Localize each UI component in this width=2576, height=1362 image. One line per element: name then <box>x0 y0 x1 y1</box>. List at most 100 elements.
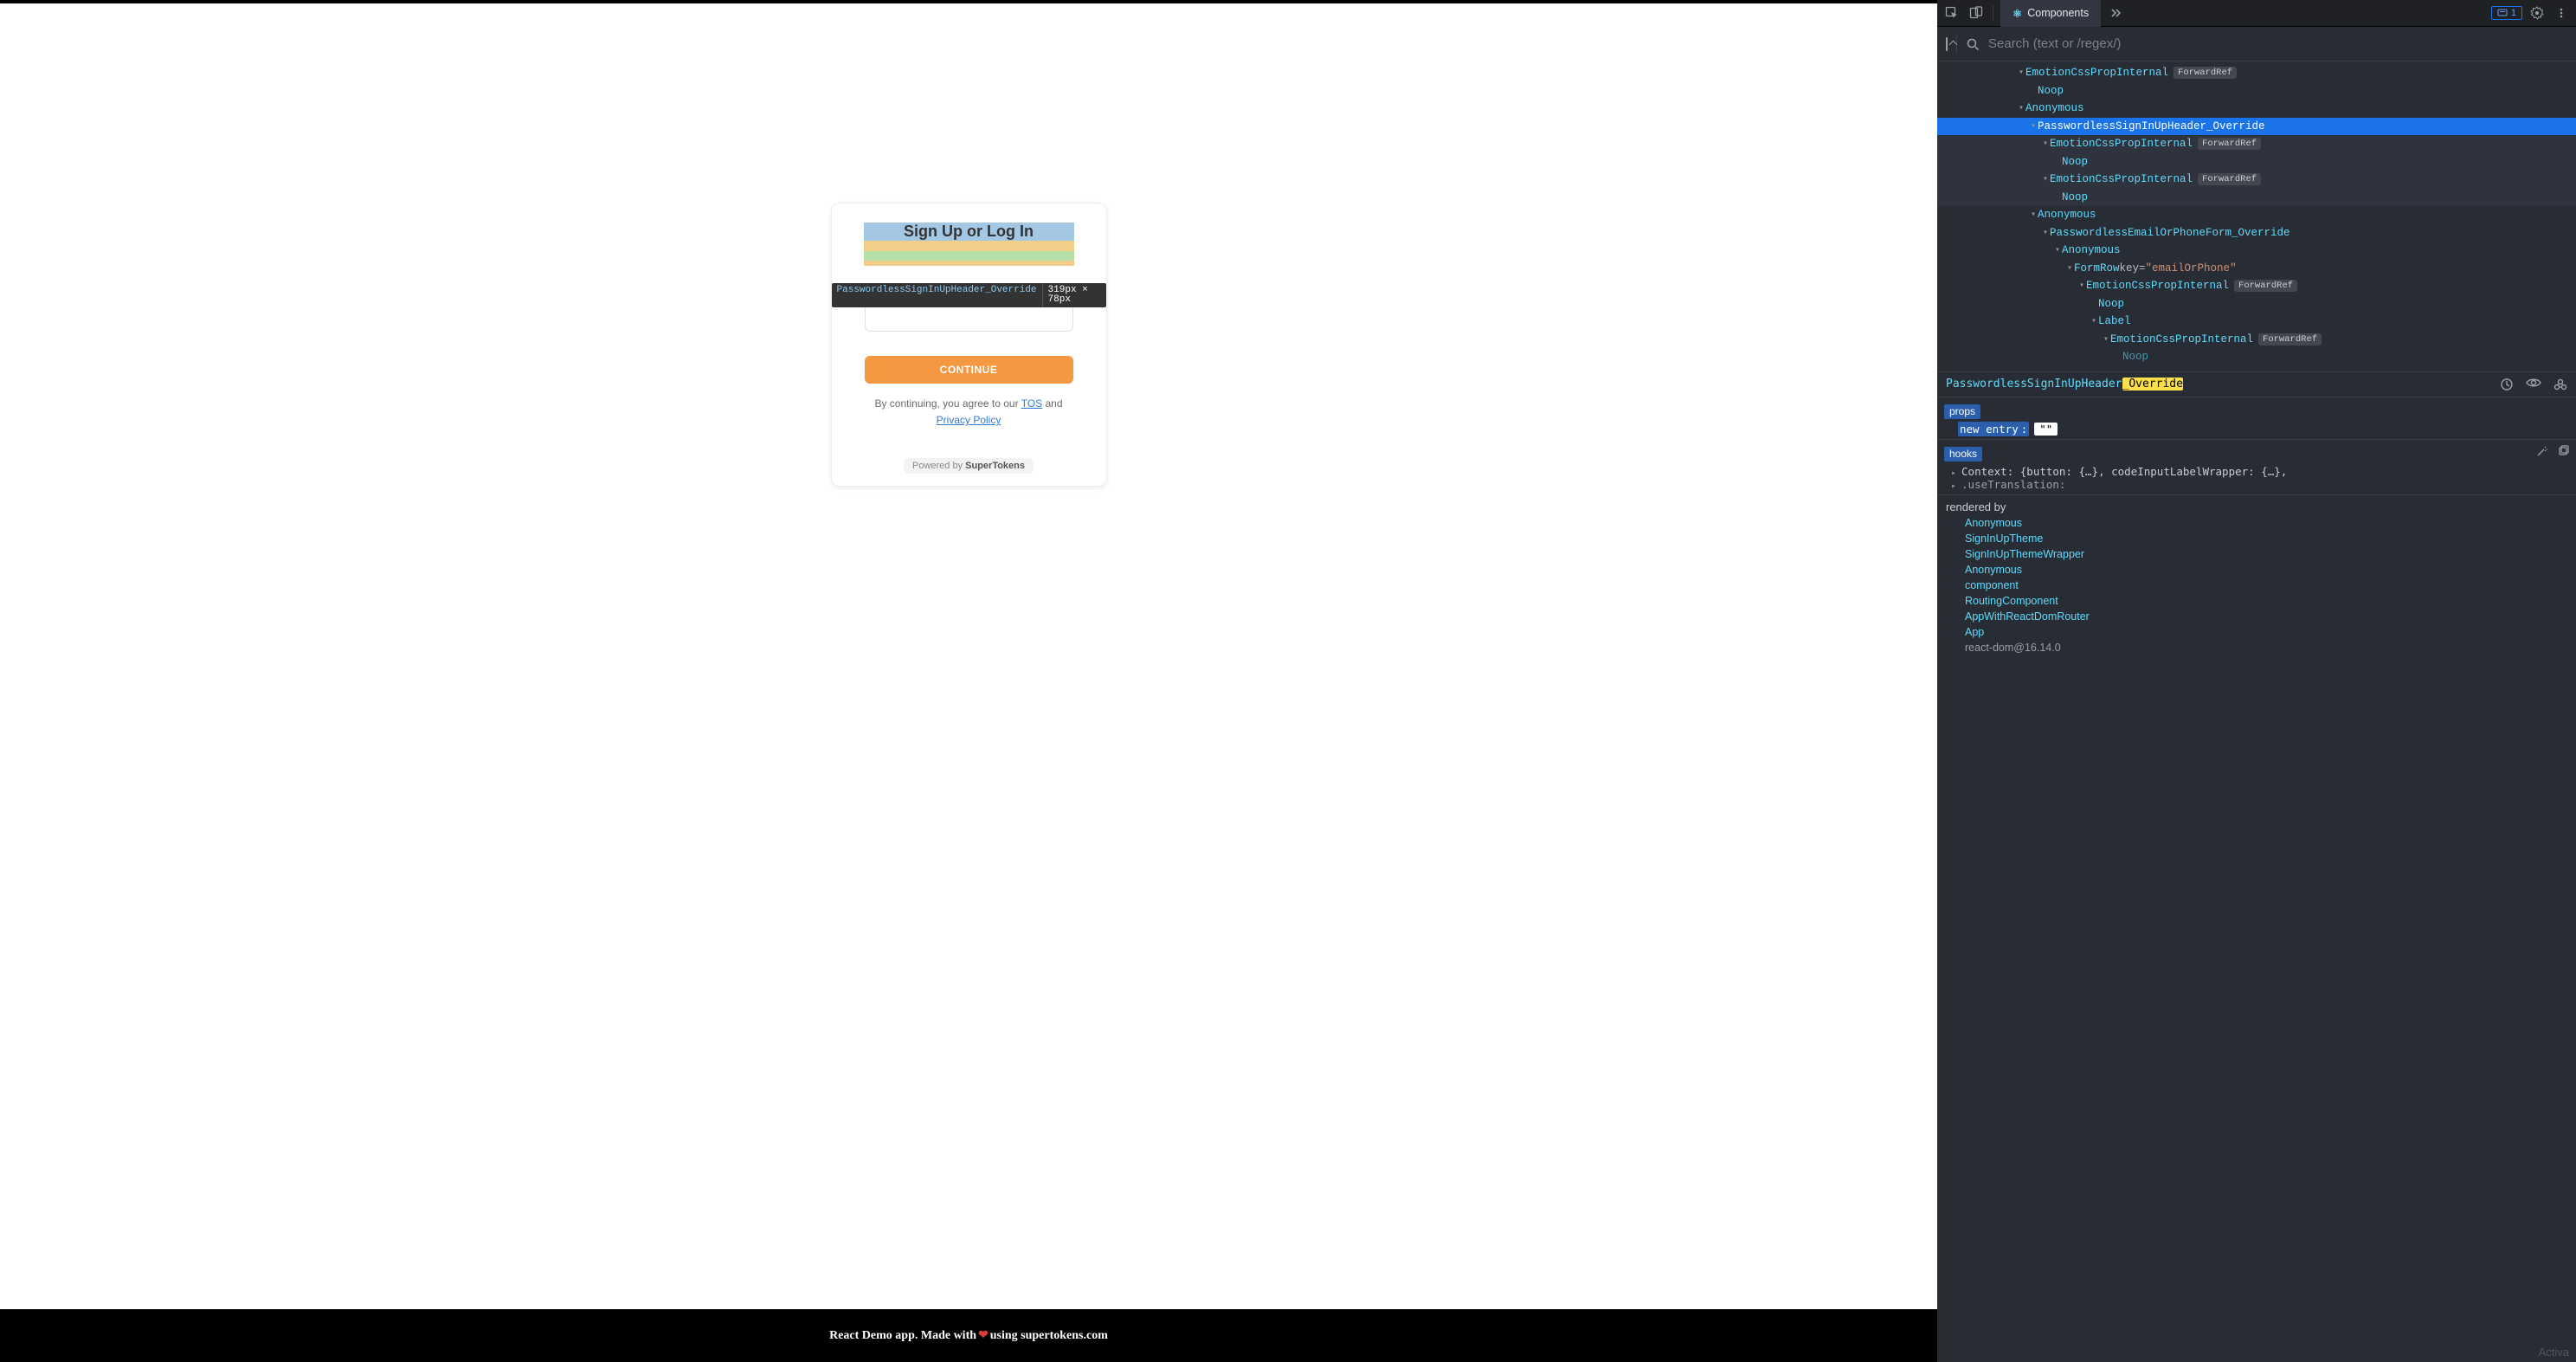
new-entry-value[interactable]: "" <box>2034 423 2058 436</box>
dims-size: 319px × 78px <box>1042 283 1106 307</box>
caret-icon[interactable]: ▾ <box>2017 103 2025 113</box>
tos-link[interactable]: TOS <box>1021 397 1042 410</box>
log-to-console-icon[interactable] <box>2553 378 2567 391</box>
caret-icon[interactable]: ▾ <box>2029 121 2038 132</box>
caret-icon[interactable]: ▾ <box>2041 174 2050 184</box>
rendered-by-section: rendered by Anonymous SignInUpTheme SignIn… <box>1937 494 2576 661</box>
tree-row-emotioncsspropinternal[interactable]: ▾EmotionCssPropInternalForwardRef <box>1937 331 2576 349</box>
new-entry-row[interactable]: new entry: "" <box>1946 423 2567 436</box>
powered-brand: SuperTokens <box>965 461 1025 471</box>
issues-count: 1 <box>2511 8 2516 18</box>
caret-icon[interactable]: ▾ <box>2065 263 2074 274</box>
component-label: EmotionCssPropInternal <box>2086 280 2229 292</box>
caret-icon[interactable]: ▾ <box>2090 316 2098 326</box>
rendered-by-item[interactable]: RoutingComponent <box>1965 595 2567 607</box>
select-element-icon[interactable] <box>1946 38 1948 50</box>
more-icon[interactable] <box>2552 3 2571 23</box>
new-entry-colon: : <box>2019 422 2030 436</box>
react-devtools-panel: ⚛ Components 1 ▾EmotionCssPropInternalFo… <box>1937 0 2576 1362</box>
component-label: PasswordlessEmailOrPhoneForm_Override <box>2050 227 2290 239</box>
devtools-dimensions-badge: PasswordlessSignInUpHeader_Override 319p… <box>832 283 1106 307</box>
continue-button[interactable]: CONTINUE <box>865 356 1073 384</box>
caret-icon[interactable]: ▾ <box>2053 245 2062 255</box>
tree-row-emotioncsspropinternal[interactable]: ▾EmotionCssPropInternalForwardRef <box>1937 64 2576 82</box>
legal-and: and <box>1046 397 1063 410</box>
magic-wand-icon[interactable] <box>2536 445 2548 457</box>
signinup-header-highlight: Sign Up or Log In <box>864 223 1074 266</box>
forwardref-badge: ForwardRef <box>2234 280 2297 292</box>
highlight-padding-2 <box>864 251 1074 261</box>
usetranslation-hook-row[interactable]: ▸.useTranslation: <box>1946 478 2567 491</box>
tree-row-noop[interactable]: ▾Noop <box>1937 82 2576 100</box>
rendered-by-item[interactable]: SignInUpThemeWrapper <box>1965 548 2567 560</box>
caret-icon[interactable]: ▾ <box>2017 68 2025 78</box>
highlight-padding-1 <box>864 241 1074 251</box>
caret-icon[interactable]: ▾ <box>2041 139 2050 149</box>
forwardref-badge: ForwardRef <box>2198 138 2261 150</box>
dims-component-name: PasswordlessSignInUpHeader_Override <box>832 283 1042 307</box>
caret-icon[interactable]: ▾ <box>2102 334 2110 345</box>
view-source-icon[interactable] <box>2526 378 2541 391</box>
tree-row-noop[interactable]: ▾Noop <box>1937 348 2576 366</box>
component-tree[interactable]: ▾EmotionCssPropInternalForwardRef▾Noop▾A… <box>1937 61 2576 371</box>
tree-row-passwordlesssigninupheader-override[interactable]: ▾PasswordlessSignInUpHeader_Override <box>1937 118 2576 136</box>
tree-row-emotioncsspropinternal[interactable]: ▾EmotionCssPropInternal ForwardRef <box>1937 277 2576 295</box>
privacy-link[interactable]: Privacy Policy <box>937 414 1001 426</box>
component-details: PasswordlessSignInUpHeader_Override prop… <box>1937 371 2576 661</box>
tree-row-emotioncsspropinternal[interactable]: ▾EmotionCssPropInternal ForwardRef <box>1937 135 2576 153</box>
caret-icon[interactable]: ▾ <box>2041 228 2050 238</box>
tree-row-noop[interactable]: ▾Noop <box>1937 153 2576 171</box>
rendered-by-list: Anonymous SignInUpTheme SignInUpThemeWrapp… <box>1946 517 2567 654</box>
tree-row-label[interactable]: ▾Label <box>1937 313 2576 331</box>
hooks-section: hooks ▸Context: {button: {…}, codeInputL… <box>1937 439 2576 494</box>
rendered-by-item[interactable]: Anonymous <box>1965 517 2567 529</box>
rendered-by-item[interactable]: component <box>1965 579 2567 591</box>
rendered-by-item[interactable]: AppWithReactDomRouter <box>1965 610 2567 623</box>
details-tools <box>2500 378 2567 391</box>
inspect-element-icon[interactable] <box>1942 3 1961 23</box>
component-search-input[interactable] <box>1988 36 2567 51</box>
rendered-by-title: rendered by <box>1946 500 2567 513</box>
caret-icon[interactable]: ▾ <box>2029 210 2038 220</box>
tree-row-noop[interactable]: ▾Noop <box>1937 189 2576 207</box>
tree-row-anonymous[interactable]: ▾Anonymous <box>1937 242 2576 260</box>
footer-post: using supertokens.com <box>990 1329 1108 1343</box>
overflow-tabs-icon[interactable] <box>2106 3 2125 23</box>
selected-component-name: PasswordlessSignInUpHeader_Override <box>1946 378 2183 391</box>
component-label: Anonymous <box>2062 244 2121 256</box>
settings-icon[interactable] <box>2528 3 2547 23</box>
powered-by: Powered by SuperTokens <box>904 458 1034 474</box>
copy-icon[interactable] <box>2557 445 2569 457</box>
auth-card: Sign Up or Log In PasswordlessSignInUpHe… <box>831 203 1107 487</box>
suspend-icon[interactable] <box>2500 378 2514 391</box>
signinup-title: Sign Up or Log In <box>904 223 1034 241</box>
tree-row-formrow[interactable]: ▾FormRow key="emailOrPhone" <box>1937 260 2576 278</box>
issues-badge[interactable]: 1 <box>2491 6 2522 20</box>
component-label: EmotionCssPropInternal <box>2050 138 2193 150</box>
details-header: PasswordlessSignInUpHeader_Override <box>1937 372 2576 397</box>
react-logo-icon: ⚛ <box>2012 7 2022 20</box>
caret-icon[interactable]: ▾ <box>2077 281 2086 291</box>
tree-row-emotioncsspropinternal[interactable]: ▾EmotionCssPropInternalForwardRef <box>1937 171 2576 189</box>
new-entry-label: new entry <box>1960 423 2019 436</box>
tree-row-noop[interactable]: ▾Noop <box>1937 295 2576 313</box>
forwardref-badge: ForwardRef <box>2198 173 2261 185</box>
forwardref-badge: ForwardRef <box>2174 67 2237 79</box>
props-title: props <box>1944 404 1980 419</box>
rendered-by-item[interactable]: App <box>1965 626 2567 638</box>
component-label: Anonymous <box>2038 209 2096 221</box>
page-viewport: Sign Up or Log In PasswordlessSignInUpHe… <box>0 3 1937 1309</box>
tree-row-passwordlessemailorphoneform-override[interactable]: ▾PasswordlessEmailOrPhoneForm_Override <box>1937 224 2576 242</box>
tree-row-anonymous[interactable]: ▾Anonymous <box>1937 206 2576 224</box>
usetranslation-label: .useTranslation: <box>1961 478 2065 491</box>
tree-row-anonymous[interactable]: ▾Anonymous <box>1937 100 2576 118</box>
components-tab[interactable]: ⚛ Components <box>2000 0 2101 27</box>
heart-icon: ❤ <box>976 1328 990 1343</box>
component-label: FormRow <box>2074 262 2120 274</box>
legal-text: By continuing, you agree to our TOS and … <box>874 396 1062 429</box>
context-hook-row[interactable]: ▸Context: {button: {…}, codeInputLabelWr… <box>1946 465 2567 478</box>
rendered-by-item[interactable]: SignInUpTheme <box>1965 533 2567 545</box>
device-toggle-icon[interactable] <box>1967 3 1986 23</box>
rendered-by-item[interactable]: Anonymous <box>1965 564 2567 576</box>
component-label: Anonymous <box>2025 102 2084 114</box>
